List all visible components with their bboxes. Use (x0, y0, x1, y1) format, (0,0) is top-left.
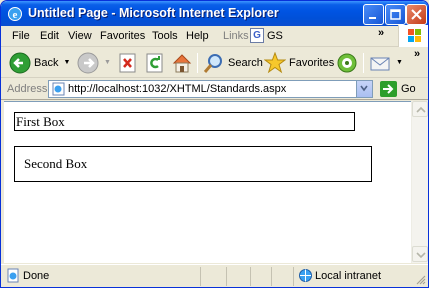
maximize-button[interactable] (385, 4, 406, 25)
home-button[interactable] (171, 50, 193, 75)
address-input[interactable]: http://localhost:1032/XHTML/Standards.as… (48, 80, 373, 98)
standard-toolbar: Back ▼ ▼ Search Favorites ▼ » (1, 47, 428, 78)
favorites-label: Favorites (289, 56, 335, 69)
windows-logo-icon (398, 25, 428, 47)
menu-favorites[interactable]: Favorites (100, 30, 145, 42)
close-button[interactable] (406, 4, 427, 25)
mail-dropdown-icon[interactable]: ▼ (396, 59, 403, 66)
chevron-down-icon (360, 85, 368, 92)
search-label: Search (228, 56, 263, 69)
address-dropdown-button[interactable] (356, 81, 372, 97)
forward-arrow-icon (77, 52, 99, 73)
toolbar-chevron-icon[interactable]: » (414, 48, 420, 60)
back-arrow-icon (9, 52, 31, 73)
page-content: First Box Second Box (4, 101, 411, 263)
back-dropdown-icon[interactable]: ▼ (63, 59, 70, 66)
scroll-up-button[interactable] (412, 101, 428, 117)
svg-text:e: e (13, 9, 18, 21)
stop-icon (119, 53, 136, 72)
home-icon (172, 53, 192, 72)
back-label: Back (34, 56, 59, 69)
forward-dropdown-icon[interactable]: ▼ (104, 59, 111, 66)
first-box: First Box (14, 112, 355, 131)
status-divider (200, 267, 201, 286)
status-bar: Done Local intranet (1, 264, 428, 287)
refresh-button[interactable] (145, 50, 165, 75)
address-url[interactable]: http://localhost:1032/XHTML/Standards.as… (68, 83, 286, 95)
minimize-icon (369, 17, 376, 19)
search-button[interactable]: Search (203, 50, 263, 75)
stop-button[interactable] (118, 50, 138, 75)
intranet-zone-icon (299, 269, 312, 282)
menu-edit[interactable]: Edit (40, 30, 59, 42)
maximize-icon (390, 9, 401, 20)
minimize-button[interactable] (363, 4, 384, 25)
mail-button[interactable]: ▼ (369, 50, 403, 75)
star-icon (264, 51, 286, 73)
title-bar[interactable]: e Untitled Page - Microsoft Internet Exp… (1, 1, 428, 26)
address-label: Address (7, 83, 48, 95)
favorites-button[interactable]: Favorites (264, 50, 334, 75)
go-arrow-icon (383, 84, 394, 94)
search-icon (203, 53, 222, 73)
second-box: Second Box (14, 146, 372, 182)
back-button[interactable]: Back ▼ (9, 50, 70, 75)
resize-grip-icon[interactable] (415, 274, 426, 285)
menu-view[interactable]: View (68, 30, 92, 42)
links-chevron-icon[interactable]: » (378, 27, 384, 39)
go-button[interactable] (380, 81, 397, 97)
forward-button[interactable]: ▼ (77, 50, 111, 75)
go-label[interactable]: Go (401, 83, 416, 95)
menu-tools[interactable]: Tools (152, 30, 178, 42)
ie-logo-icon: e (8, 7, 22, 21)
status-zone: Local intranet (315, 270, 382, 282)
toolbar-separator (197, 53, 198, 73)
status-divider (271, 267, 272, 286)
refresh-icon (146, 53, 163, 72)
links-gs[interactable]: GS (267, 30, 283, 42)
page-done-icon (7, 268, 19, 283)
status-text: Done (23, 270, 50, 282)
toolbar-separator (363, 53, 364, 73)
mail-icon (370, 57, 390, 70)
status-divider (250, 267, 251, 286)
vertical-scrollbar[interactable] (411, 101, 428, 263)
status-divider (293, 267, 294, 286)
status-divider (226, 267, 227, 286)
scroll-down-button[interactable] (412, 246, 428, 262)
chevron-down-icon (416, 252, 426, 259)
media-button[interactable] (336, 50, 358, 75)
menu-bar: File Edit View Favorites Tools Help Link… (1, 26, 428, 47)
page-icon (52, 82, 65, 96)
menu-help[interactable]: Help (186, 30, 209, 42)
links-label[interactable]: Links (223, 30, 249, 42)
media-icon (337, 53, 357, 72)
close-icon (411, 9, 422, 20)
window-title: Untitled Page - Microsoft Internet Explo… (28, 6, 279, 20)
google-icon[interactable]: G (250, 28, 264, 43)
browser-window: e Untitled Page - Microsoft Internet Exp… (0, 0, 429, 288)
address-bar: Address http://localhost:1032/XHTML/Stan… (1, 78, 428, 100)
chevron-up-icon (416, 106, 426, 113)
menu-file[interactable]: File (12, 30, 30, 42)
